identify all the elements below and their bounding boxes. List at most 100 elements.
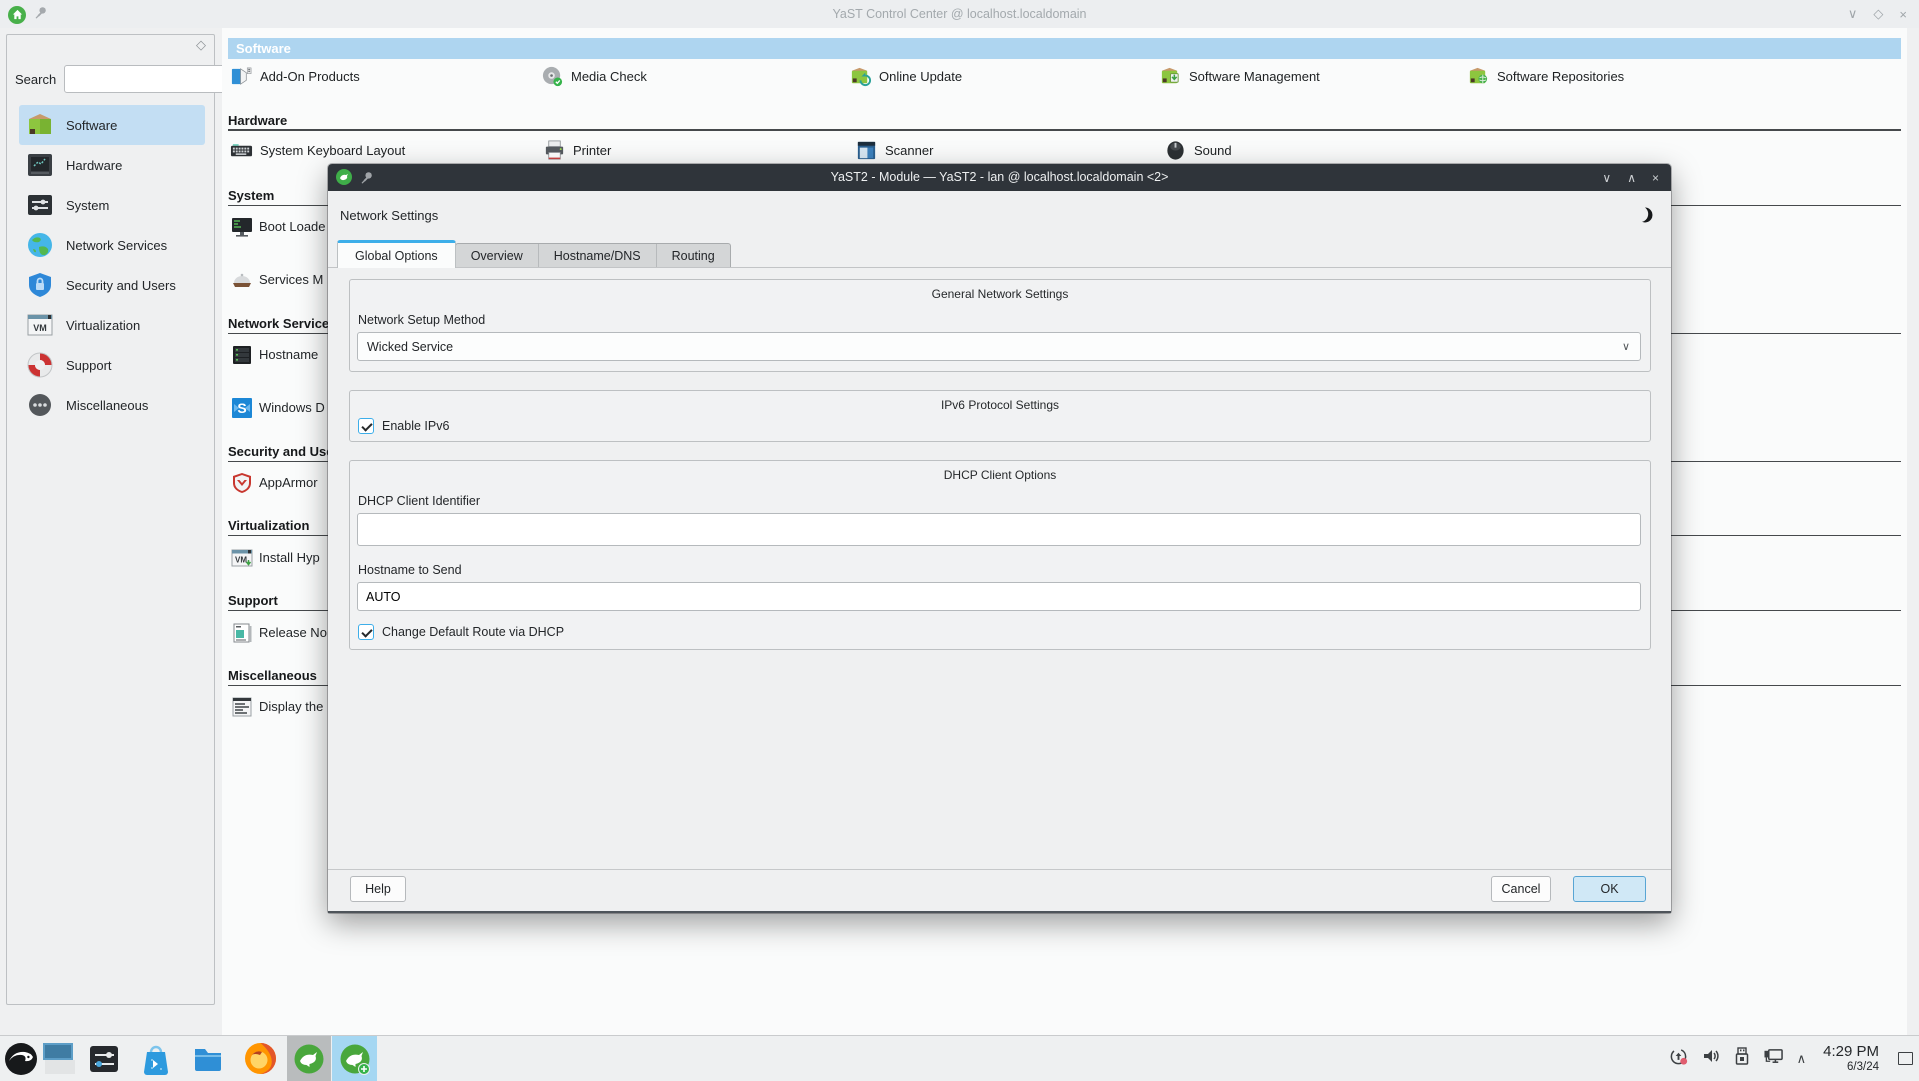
change-default-route-checkbox[interactable] xyxy=(358,624,374,640)
sidebar-item-network-services[interactable]: Network Services xyxy=(19,225,205,265)
removable-device-tray-icon[interactable] xyxy=(1734,1047,1750,1070)
module-label: AppArmor xyxy=(259,475,318,490)
sidebar-item-label: Hardware xyxy=(66,158,122,173)
network-setup-method-select[interactable]: Wicked Service ∨ xyxy=(357,332,1641,361)
detach-panel-icon[interactable]: ◇ xyxy=(196,37,206,53)
file-manager-icon[interactable] xyxy=(189,1040,227,1077)
checkbox-label: Change Default Route via DHCP xyxy=(382,625,564,639)
sidebar-item-label: Virtualization xyxy=(66,318,140,333)
group-title: DHCP Client Options xyxy=(350,468,1650,482)
module-label: Software Repositories xyxy=(1497,69,1624,84)
system-tray: ∧ 4:29 PM 6/3/24 xyxy=(1669,1036,1913,1081)
samba-icon: S xyxy=(230,396,253,419)
shade-icon[interactable]: ∨ xyxy=(1602,171,1611,185)
module-label: Services M xyxy=(259,272,323,287)
system-settings-icon[interactable] xyxy=(85,1040,123,1077)
tab-routing[interactable]: Routing xyxy=(657,244,730,268)
sidebar-item-virtualization[interactable]: VM Virtualization xyxy=(19,305,205,345)
close-icon[interactable]: × xyxy=(1899,7,1907,22)
maximize-icon[interactable]: ◇ xyxy=(1873,6,1883,22)
globe-icon xyxy=(24,229,56,261)
default-route-row: Change Default Route via DHCP xyxy=(358,624,564,640)
media-check-icon xyxy=(541,65,564,88)
vm-letters: VM xyxy=(235,555,247,564)
sidebar-item-miscellaneous[interactable]: Miscellaneous xyxy=(19,385,205,425)
maximize-icon[interactable]: ∧ xyxy=(1627,171,1636,185)
system-sliders-icon xyxy=(24,189,56,221)
yast-task-icon[interactable] xyxy=(290,1040,328,1077)
module-label: Online Update xyxy=(879,69,962,84)
module-sound[interactable]: Sound xyxy=(1164,136,1232,164)
module-label: Software Management xyxy=(1189,69,1320,84)
volume-tray-icon[interactable] xyxy=(1701,1046,1721,1071)
window-title: YaST Control Center @ localhost.localdom… xyxy=(0,0,1919,28)
updates-tray-icon[interactable] xyxy=(1669,1047,1688,1071)
boot-loader-icon xyxy=(230,215,253,238)
clock-date: 6/3/24 xyxy=(1823,1061,1879,1074)
dialog-title: YaST2 - Module — YaST2 - lan @ localhost… xyxy=(328,164,1671,191)
selected-option: Wicked Service xyxy=(367,340,453,354)
application-launcher-icon[interactable] xyxy=(2,1040,40,1077)
search-input[interactable] xyxy=(64,65,239,93)
server-rack-icon xyxy=(230,343,253,366)
software-repositories-icon xyxy=(1467,65,1490,88)
sidebar-item-security-and-users[interactable]: Security and Users xyxy=(19,265,205,305)
minimize-icon[interactable]: ∨ xyxy=(1848,6,1858,22)
clock-time: 4:29 PM xyxy=(1823,1043,1879,1060)
tab-overview[interactable]: Overview xyxy=(456,244,539,268)
enable-ipv6-checkbox[interactable] xyxy=(358,418,374,434)
module-scanner[interactable]: Scanner xyxy=(855,136,933,164)
module-label: System Keyboard Layout xyxy=(260,143,405,158)
enable-ipv6-row: Enable IPv6 xyxy=(358,418,449,434)
module-software-repositories[interactable]: Software Repositories xyxy=(1467,62,1624,90)
module-label: Hostname xyxy=(259,347,318,362)
category-list: Software Hardware System Network Service… xyxy=(19,105,205,425)
dhcp-client-identifier-input[interactable] xyxy=(357,513,1641,546)
group-general-network-settings: General Network Settings Network Setup M… xyxy=(349,279,1651,372)
virtual-desktop-pager[interactable] xyxy=(40,1040,78,1077)
yast-task-icon-active[interactable] xyxy=(336,1040,374,1077)
dark-mode-moon-icon[interactable] xyxy=(1635,206,1653,224)
module-software-management[interactable]: Software Management xyxy=(1159,62,1320,90)
tray-expand-chevron-icon[interactable]: ∧ xyxy=(1797,1051,1807,1067)
sidebar-item-support[interactable]: Support xyxy=(19,345,205,385)
tab-hostname-dns[interactable]: Hostname/DNS xyxy=(539,244,657,268)
network-settings-dialog: YaST2 - Module — YaST2 - lan @ localhost… xyxy=(328,164,1671,913)
ok-button[interactable]: OK xyxy=(1573,876,1646,902)
module-add-on-products[interactable]: Add-On Products xyxy=(230,62,360,90)
dialog-titlebar[interactable]: YaST2 - Module — YaST2 - lan @ localhost… xyxy=(328,164,1671,191)
dialog-heading: Network Settings xyxy=(340,208,438,223)
digital-clock[interactable]: 4:29 PM 6/3/24 xyxy=(1823,1043,1879,1073)
module-printer[interactable]: Printer xyxy=(543,136,611,164)
group-title: General Network Settings xyxy=(350,287,1650,301)
module-label: Boot Loade xyxy=(259,219,326,234)
module-media-check[interactable]: Media Check xyxy=(541,62,647,90)
online-update-icon xyxy=(849,65,872,88)
sidebar-item-hardware[interactable]: Hardware xyxy=(19,145,205,185)
show-desktop-button[interactable] xyxy=(1898,1052,1913,1065)
sidebar-item-system[interactable]: System xyxy=(19,185,205,225)
cancel-button[interactable]: Cancel xyxy=(1491,876,1551,902)
module-label: Media Check xyxy=(571,69,647,84)
sidebar-item-label: Miscellaneous xyxy=(66,398,148,413)
install-hypervisor-icon: VM xyxy=(230,546,253,569)
hostname-to-send-label: Hostname to Send xyxy=(358,563,462,577)
tab-global-options[interactable]: Global Options xyxy=(337,240,456,268)
firefox-icon[interactable] xyxy=(241,1040,279,1077)
module-label: Install Hyp xyxy=(259,550,320,565)
sidebar-item-software[interactable]: Software xyxy=(19,105,205,145)
module-online-update[interactable]: Online Update xyxy=(849,62,962,90)
services-manager-icon xyxy=(230,268,253,291)
software-management-icon xyxy=(1159,65,1182,88)
taskbar: ∧ 4:29 PM 6/3/24 xyxy=(0,1035,1919,1080)
hostname-to-send-input[interactable] xyxy=(357,582,1641,611)
group-title: IPv6 Protocol Settings xyxy=(350,398,1650,412)
section-header-hardware: Hardware xyxy=(228,113,1901,131)
sidebar-item-label: Software xyxy=(66,118,117,133)
discover-icon[interactable] xyxy=(137,1040,175,1077)
module-system-keyboard-layout[interactable]: System Keyboard Layout xyxy=(230,136,405,164)
close-icon[interactable]: × xyxy=(1652,171,1659,185)
network-tray-icon[interactable] xyxy=(1763,1047,1784,1071)
sidebar-item-label: Network Services xyxy=(66,238,167,253)
help-button[interactable]: Help xyxy=(350,876,406,902)
